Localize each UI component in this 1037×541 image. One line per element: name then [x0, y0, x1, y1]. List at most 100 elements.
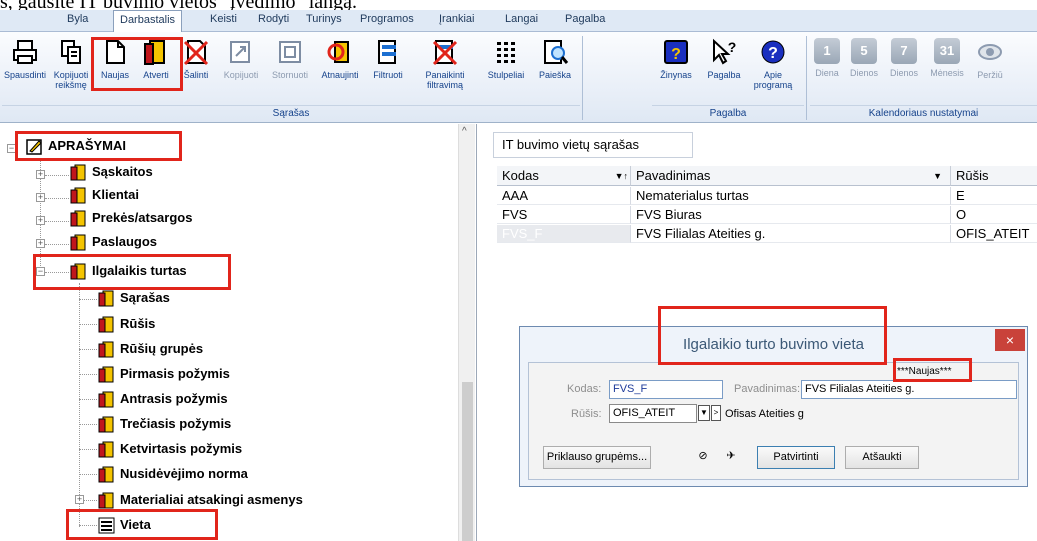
book-icon [70, 164, 86, 181]
tree-item-pirmasis-pozymis[interactable]: Pirmasis požymis [98, 365, 230, 383]
pin-icon[interactable]: ✈ [719, 446, 743, 469]
column-header-pavadinimas[interactable]: Pavadinimas ▼ [631, 166, 951, 186]
book-icon [98, 316, 114, 333]
tree-item-antrasis-pozymis[interactable]: Antrasis požymis [98, 390, 228, 408]
book-icon [98, 441, 114, 458]
tree-item-treciasis-pozymis[interactable]: Trečiasis požymis [98, 415, 231, 433]
refresh-button[interactable]: Atnaujinti [314, 36, 366, 80]
scroll-thumb[interactable] [462, 382, 473, 541]
menu-pagalba[interactable]: Pagalba [565, 13, 605, 25]
month-button[interactable]: 31 Mėnesis [925, 36, 969, 78]
view-button[interactable]: Peržiū [970, 36, 1010, 80]
days-7-button[interactable]: 7 Dienos [885, 36, 923, 78]
filter-button[interactable]: Filtruoti [366, 36, 410, 80]
table-cell[interactable]: OFIS_ATEIT [951, 225, 1037, 243]
dropdown-icon[interactable]: ▼ [933, 166, 942, 186]
book-icon [98, 366, 114, 383]
confirm-button[interactable]: Patvirtinti [757, 446, 835, 469]
copy-doc-icon [230, 41, 250, 63]
svg-text:?: ? [671, 46, 681, 63]
rusis-dropdown-icon[interactable]: ▼ [698, 405, 710, 421]
rusis-lookup-icon[interactable]: > [711, 405, 721, 421]
column-header-kodas[interactable]: Kodas ▼↑ [497, 166, 631, 186]
highlight-vieta [66, 509, 218, 540]
clear-filter-button[interactable]: Panaikinti filtravimą [410, 36, 480, 90]
expand-icon[interactable]: + [36, 239, 45, 248]
group-calendar: Kalendoriaus nustatymai [810, 105, 1037, 121]
table-cell[interactable]: E [951, 187, 1037, 205]
table-cell[interactable]: FVS Filialas Ateities g. [631, 225, 951, 243]
about-button[interactable]: ? Apie programą [748, 36, 798, 90]
book-icon [70, 187, 86, 204]
belongs-to-groups-button[interactable]: Priklauso grupėms... [543, 446, 651, 469]
tree-line [79, 349, 97, 350]
tab-it-vietu-sarasas[interactable]: IT buvimo vietų sąrašas [493, 132, 693, 158]
tree-line [84, 500, 97, 501]
calendar-31-icon: 31 [934, 38, 960, 64]
close-button[interactable]: × [995, 329, 1025, 351]
tree-item-rusis[interactable]: Rūšis [98, 315, 155, 333]
storno-button[interactable]: Stornuoti [266, 36, 314, 80]
pavadinimas-input[interactable]: FVS Filialas Ateities g. [801, 380, 1017, 399]
highlight-dialog-title [658, 306, 887, 365]
tree-line [45, 198, 69, 199]
column-header-rusis[interactable]: Rūšis [951, 166, 1037, 186]
cancel-button[interactable]: Atšaukti [845, 446, 919, 469]
table-cell[interactable]: Nematerialus turtas [631, 187, 951, 205]
tree-item-materialiai-atsakingi[interactable]: Materialiai atsakingi asmenys [98, 491, 303, 509]
table-cell[interactable]: FVS [497, 206, 631, 224]
tree-item-sarasas[interactable]: Sąrašas [98, 289, 170, 307]
pagalba-button[interactable]: ? Pagalba [702, 36, 746, 80]
book-icon [98, 290, 114, 307]
tree-item-paslaugos[interactable]: Paslaugos [70, 233, 157, 251]
table-cell[interactable]: AAA [497, 187, 631, 205]
tree-item-prekes[interactable]: Prekės/atsargos [70, 209, 192, 227]
copy-button[interactable]: Kopijuoti [218, 36, 264, 80]
menu-langai[interactable]: Langai [505, 13, 538, 25]
table-cell[interactable]: FVS Biuras [631, 206, 951, 224]
attachment-icon[interactable]: ⊘ [691, 446, 715, 469]
menu-programos[interactable]: Programos [360, 13, 414, 25]
menu-turinys[interactable]: Turinys [306, 13, 342, 25]
filter-sort-icon[interactable]: ▼↑ [615, 166, 628, 186]
calendar-5-icon: 5 [851, 38, 877, 64]
zinynas-button[interactable]: ? Žinynas [652, 36, 700, 80]
expand-icon[interactable]: + [36, 170, 45, 179]
tree-line [45, 244, 69, 245]
menu-keisti[interactable]: Keisti [210, 13, 237, 25]
copy-value-button[interactable]: Kopijuoti reikšmę [50, 36, 92, 90]
rusis-input[interactable]: OFIS_ATEIT [609, 404, 697, 423]
expand-icon[interactable]: + [75, 495, 84, 504]
search-icon [544, 40, 569, 64]
svg-text:?: ? [728, 39, 737, 55]
menu-rodyti[interactable]: Rodyti [258, 13, 289, 25]
days-5-button[interactable]: 5 Dienos [845, 36, 883, 78]
printer-icon [13, 40, 37, 64]
calendar-1-icon: 1 [814, 38, 840, 64]
eye-icon [978, 44, 1002, 60]
table-cell-selected[interactable]: FVS_F [497, 225, 631, 243]
tree-item-rusiu-grupes[interactable]: Rūšių grupės [98, 340, 203, 358]
help-pointer-icon: ? [713, 38, 737, 65]
menu-irankiai[interactable]: Įrankiai [439, 13, 474, 25]
kodas-input[interactable]: FVS_F [609, 380, 723, 399]
expand-icon[interactable]: + [36, 193, 45, 202]
columns-icon [497, 42, 515, 63]
separator [582, 36, 583, 120]
day-button[interactable]: 1 Diena [810, 36, 844, 78]
menu-darbastalis[interactable]: Darbastalis [113, 10, 183, 33]
columns-button[interactable]: Stulpeliai [480, 36, 532, 80]
tree-item-saskaitos[interactable]: Sąskaitos [70, 163, 153, 181]
tree-line [45, 175, 69, 176]
table-cell[interactable]: O [951, 206, 1037, 224]
expand-icon[interactable]: + [36, 216, 45, 225]
print-button[interactable]: Spausdinti [2, 36, 48, 80]
search-button[interactable]: Paieška [532, 36, 578, 80]
tree-item-nusidevejimo-norma[interactable]: Nusidėvėjimo norma [98, 465, 248, 483]
rusis-label: Rūšis: [571, 408, 602, 420]
help-book-icon: ? [664, 40, 688, 64]
menu-byla[interactable]: Byla [67, 13, 88, 25]
tree-item-klientai[interactable]: Klientai [70, 186, 139, 204]
tree-item-ketvirtasis-pozymis[interactable]: Ketvirtasis požymis [98, 440, 242, 458]
tree-scrollbar[interactable]: ^ [458, 124, 475, 541]
